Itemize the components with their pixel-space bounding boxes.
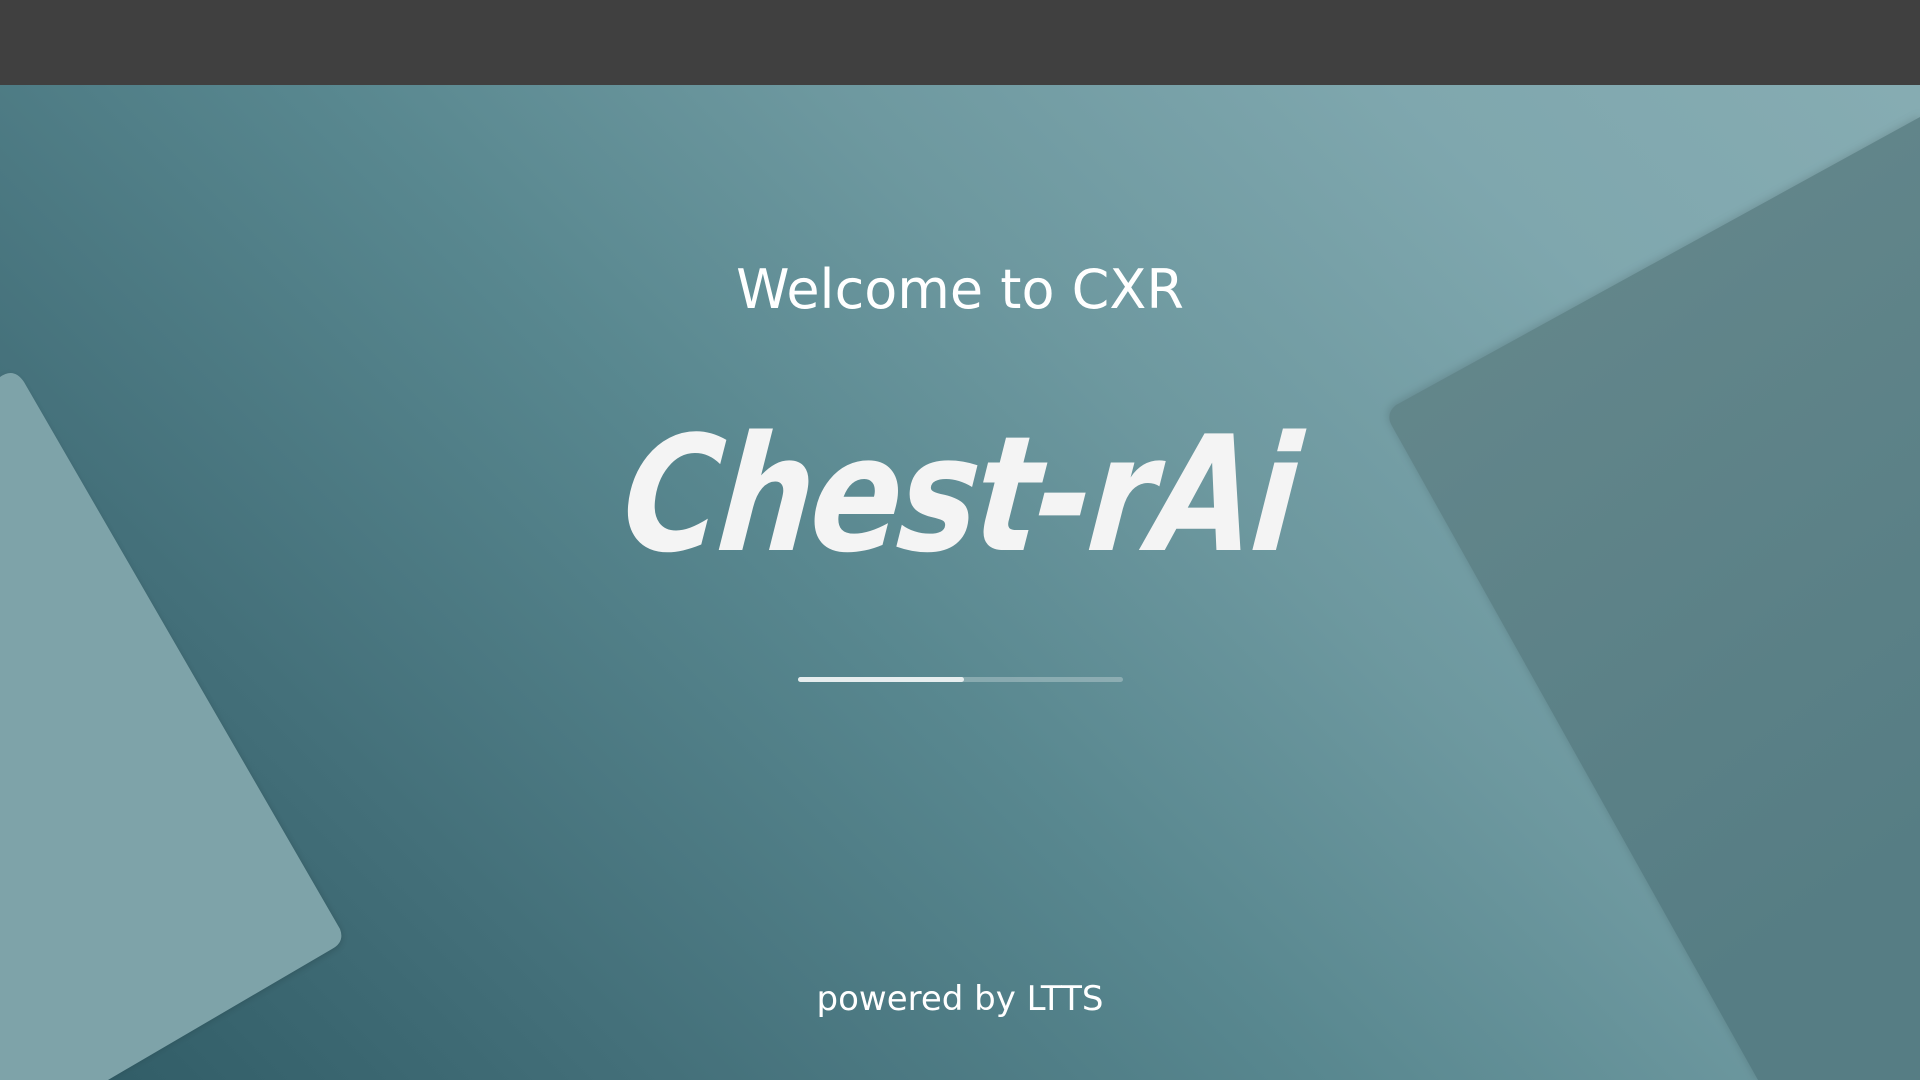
powered-by-text: powered by LTTS <box>816 979 1104 1019</box>
chest-rai-logo: Chest-rAi <box>615 401 1305 588</box>
loading-progress-fill <box>798 677 964 682</box>
top-bar <box>0 0 1920 85</box>
splash-screen: Welcome to CXR Chest-rAi powered by LTTS <box>0 0 1920 1080</box>
loading-progress-bar <box>798 677 1123 682</box>
splash-content: Welcome to CXR Chest-rAi powered by LTTS <box>0 85 1920 1080</box>
welcome-heading: Welcome to CXR <box>736 258 1184 321</box>
